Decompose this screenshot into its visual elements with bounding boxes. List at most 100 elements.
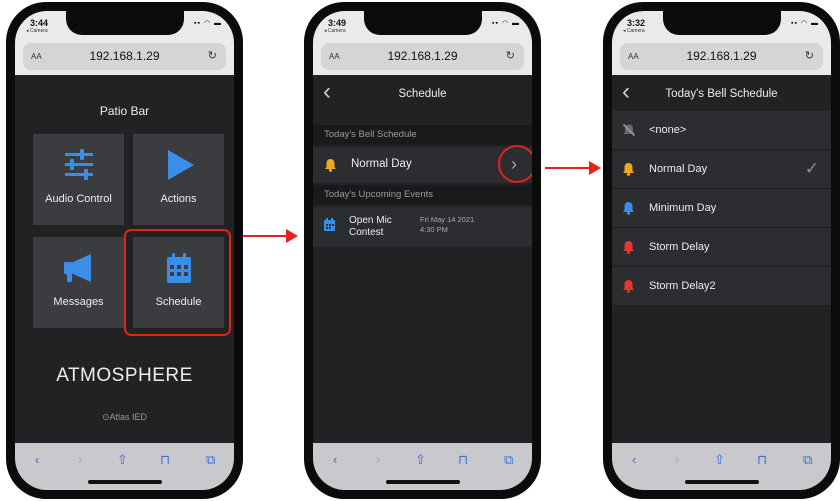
phone-screen: 3:49 ◂ Camera ▪▪ ◠ ▬ AA 192.168.1.29 ↻ ‹… — [313, 11, 532, 490]
home-indicator — [87, 480, 162, 484]
notch — [363, 11, 482, 35]
forward-icon[interactable]: › — [78, 452, 82, 467]
tabs-icon[interactable]: ⧉ — [206, 452, 215, 468]
home-indicator — [385, 480, 460, 484]
schedule-content: ‹ Schedule Today's Bell Schedule Normal … — [313, 75, 532, 443]
bell-icon — [623, 163, 634, 176]
bookmarks-icon[interactable]: ⊓ — [160, 452, 170, 468]
phone-home: 3:44 ◂ Camera ▪▪ ◠ ▬ AA 192.168.1.29 ↻ P… — [6, 2, 243, 499]
signal-wifi-battery-icon: ▪▪ ◠ ▬ — [194, 20, 222, 27]
back-icon[interactable]: ‹ — [35, 452, 39, 467]
nav-bar: ‹ Schedule — [313, 75, 532, 111]
bell-icon — [623, 241, 634, 254]
reload-icon[interactable]: ↻ — [805, 49, 814, 62]
share-icon[interactable]: ⇧ — [117, 452, 128, 468]
status-time: 3:49 — [328, 18, 347, 28]
checkmark-icon: ✓ — [804, 159, 819, 178]
signal-wifi-battery-icon: ▪▪ ◠ ▬ — [492, 20, 520, 27]
list-item[interactable]: Storm Delay2 — [612, 267, 831, 306]
bell-icon — [623, 202, 634, 215]
back-icon[interactable]: ‹ — [333, 452, 337, 467]
signal-wifi-battery-icon: ▪▪ ◠ ▬ — [791, 20, 819, 27]
section-upcoming-events: Today's Upcoming Events — [313, 185, 532, 205]
arrow-2 — [545, 167, 591, 169]
list-item[interactable]: Minimum Day — [612, 189, 831, 228]
tile-actions[interactable]: Actions — [133, 134, 224, 225]
section-label: Today's Upcoming Events — [324, 189, 434, 200]
tile-label: Actions — [160, 193, 197, 205]
status-bar: 3:32 ◂ Camera ▪▪ ◠ ▬ — [612, 11, 831, 39]
forward-icon[interactable]: › — [376, 452, 380, 467]
phone-screen: 3:44 ◂ Camera ▪▪ ◠ ▬ AA 192.168.1.29 ↻ P… — [15, 11, 234, 490]
tabs-icon[interactable]: ⧉ — [803, 452, 812, 468]
reload-icon[interactable]: ↻ — [506, 49, 515, 62]
atmosphere-logo: ATMOSPHERE — [56, 365, 193, 386]
home-content: Patio Bar Audio Control Actions Messages… — [15, 75, 234, 443]
list-item[interactable]: Storm Delay — [612, 228, 831, 267]
event-time: 4:30 PM — [420, 225, 448, 234]
back-to-app-link[interactable]: ◂ Camera — [324, 28, 346, 34]
page-title: Today's Bell Schedule — [665, 88, 778, 100]
url-text: 192.168.1.29 — [686, 49, 757, 63]
home-indicator — [684, 480, 759, 484]
browser-toolbar: ‹ › ⇧ ⊓ ⧉ — [612, 443, 831, 490]
url-bar: AA 192.168.1.29 ↻ — [15, 39, 234, 75]
back-icon[interactable]: ‹ — [632, 452, 636, 467]
url-text: 192.168.1.29 — [89, 49, 160, 63]
share-icon[interactable]: ⇧ — [415, 452, 426, 468]
tile-messages[interactable]: Messages — [33, 237, 124, 328]
chevron-highlight — [498, 145, 532, 183]
bell-off-icon — [622, 123, 636, 137]
browser-toolbar: ‹ › ⇧ ⊓ ⧉ — [15, 443, 234, 490]
arrow-2-head — [589, 161, 601, 175]
reload-icon[interactable]: ↻ — [208, 49, 217, 62]
megaphone-icon — [63, 254, 91, 282]
event-name: Open Mic Contest — [349, 215, 392, 238]
sliders-icon — [64, 149, 93, 180]
bell-icon — [325, 159, 336, 172]
page-title: Schedule — [398, 88, 447, 100]
tile-label: Audio Control — [45, 193, 112, 205]
page-title: Patio Bar — [99, 104, 150, 118]
nav-bar: ‹ Today's Bell Schedule — [612, 75, 831, 111]
list-item[interactable]: <none> — [612, 111, 831, 150]
status-time: 3:32 — [627, 18, 646, 28]
bell-icon — [623, 280, 634, 293]
phone-screen: 3:32 ◂ Camera ▪▪ ◠ ▬ AA 192.168.1.29 ↻ ‹… — [612, 11, 831, 490]
list-item-label: Normal Day — [649, 163, 708, 175]
tabs-icon[interactable]: ⧉ — [504, 452, 513, 468]
notch — [662, 11, 781, 35]
list-item[interactable]: Normal Day ✓ — [612, 150, 831, 189]
forward-icon[interactable]: › — [675, 452, 679, 467]
bookmarks-icon[interactable]: ⊓ — [757, 452, 767, 468]
arrow-1 — [236, 235, 288, 237]
status-bar: 3:49 ◂ Camera ▪▪ ◠ ▬ — [313, 11, 532, 39]
event-row[interactable]: Open Mic Contest Fri May 14 2021 4:30 PM — [313, 207, 532, 247]
url-text: 192.168.1.29 — [387, 49, 458, 63]
share-icon[interactable]: ⇧ — [714, 452, 725, 468]
notch — [65, 11, 184, 35]
section-label: Today's Bell Schedule — [324, 129, 417, 140]
back-to-app-link[interactable]: ◂ Camera — [623, 28, 645, 34]
bell-schedule-content: ‹ Today's Bell Schedule <none> Normal Da… — [612, 75, 831, 443]
url-bar: AA 192.168.1.29 ↻ — [313, 39, 532, 75]
bookmarks-icon[interactable]: ⊓ — [458, 452, 468, 468]
calendar-icon — [324, 218, 335, 231]
address-field[interactable]: AA 192.168.1.29 ↻ — [620, 43, 823, 70]
arrow-1-head — [286, 229, 298, 243]
back-to-app-link[interactable]: ◂ Camera — [26, 28, 48, 34]
schedule-highlight — [124, 229, 231, 336]
atlas-ied-logo: ⊙Atlas IED — [101, 412, 148, 422]
play-icon — [167, 150, 194, 180]
address-field[interactable]: AA 192.168.1.29 ↻ — [23, 43, 226, 70]
url-bar: AA 192.168.1.29 ↻ — [612, 39, 831, 75]
list-item-label: Minimum Day — [649, 202, 717, 214]
current-schedule-label: Normal Day — [351, 158, 412, 170]
tile-audio-control[interactable]: Audio Control — [33, 134, 124, 225]
list-item-label: Storm Delay2 — [649, 280, 716, 292]
list-item-label: Storm Delay — [649, 241, 710, 253]
event-date: Fri May 14 2021 — [420, 215, 475, 224]
status-bar: 3:44 ◂ Camera ▪▪ ◠ ▬ — [15, 11, 234, 39]
address-field[interactable]: AA 192.168.1.29 ↻ — [321, 43, 524, 70]
tile-label: Messages — [53, 296, 104, 308]
